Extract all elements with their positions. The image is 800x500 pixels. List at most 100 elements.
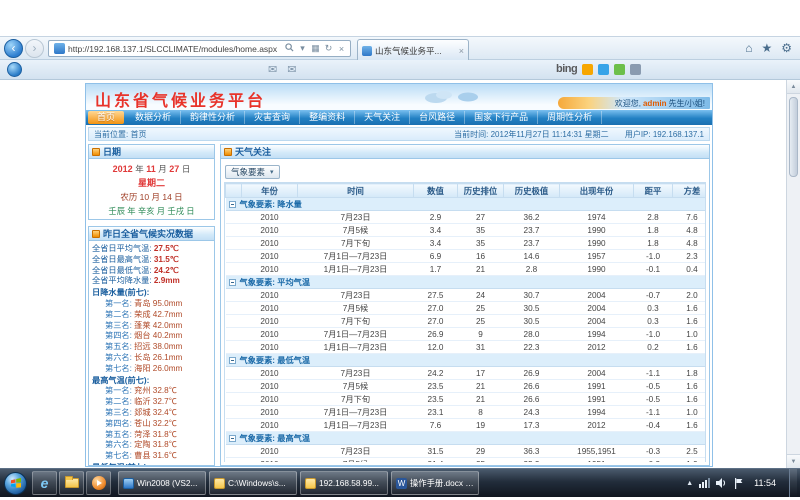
table-cell: 7月5候 — [298, 380, 414, 393]
favorites-icon[interactable]: ★ — [761, 41, 772, 55]
rank-item: 第三名: 蓬莱 42.0mm — [92, 321, 211, 332]
table-group-row[interactable]: 气象要素: 最低气温 — [226, 354, 707, 367]
stat-label: 全省平均降水量: — [92, 276, 154, 285]
taskbar-explorer-button[interactable] — [59, 471, 84, 495]
date-panel-title: 日期 — [103, 145, 121, 158]
table-cell: 1.6 — [673, 315, 707, 328]
show-desktop-button[interactable] — [789, 469, 797, 497]
home-icon[interactable]: ⌂ — [745, 41, 752, 55]
collapse-icon[interactable] — [229, 279, 236, 286]
table-header-cell: 距平 — [634, 184, 673, 198]
nav-item-1[interactable]: 首页 — [88, 111, 124, 124]
nav-item-5[interactable]: 整编资料 — [300, 111, 355, 124]
rank-label: 第六名: — [105, 440, 134, 449]
table-cell: 25 — [458, 458, 504, 463]
table-data-row: 20107月23日27.52430.72004-0.72.0 — [226, 289, 707, 302]
table-data-row: 20107月1日—7月23日6.91614.61957-1.02.3 — [226, 250, 707, 263]
nav-item-9[interactable]: 周期性分析 — [538, 111, 602, 124]
bing-logo[interactable]: bing — [556, 63, 577, 75]
taskbar-media-button[interactable] — [86, 471, 111, 495]
table-cell: 7月5候 — [298, 458, 414, 463]
table-cell: 16 — [458, 250, 504, 263]
table-cell: 7月23日 — [298, 211, 414, 224]
browser-forward-button[interactable]: › — [25, 39, 44, 58]
rank-item: 第七名: 海阳 26.0mm — [92, 364, 211, 375]
toolbar-ext-icon-1[interactable] — [582, 64, 593, 75]
table-cell — [226, 406, 242, 419]
scroll-up-icon[interactable]: ▲ — [787, 80, 800, 94]
addon-icon[interactable] — [7, 62, 22, 77]
table-group-row[interactable]: 气象要素: 最高气温 — [226, 432, 707, 445]
taskbar-window-button[interactable]: C:\Windows\s... — [209, 471, 297, 495]
taskbar-window-button[interactable]: Win2008 (VS2... — [118, 471, 206, 495]
toolbar-ext-icon-4[interactable] — [630, 64, 641, 75]
table-cell: 2010 — [242, 328, 298, 341]
site-header: 山东省气候业务平台 欢迎您, admin 先生/小姐! — [86, 84, 712, 110]
start-button[interactable] — [4, 472, 27, 495]
nav-item-8[interactable]: 国家下行产品 — [465, 111, 538, 124]
table-cell: 28.0 — [504, 328, 560, 341]
scrollbar-thumb[interactable] — [789, 97, 798, 177]
rank-label: 第七名: — [105, 364, 134, 373]
browser-back-button[interactable]: ‹ — [4, 39, 23, 58]
share-icon[interactable]: ✉ — [287, 63, 296, 76]
browser-tab[interactable]: 山东气候业务平... × — [357, 39, 469, 61]
stop-icon[interactable]: × — [335, 44, 348, 54]
nav-item-2[interactable]: 数据分析 — [126, 111, 181, 124]
table-cell: 1951 — [560, 458, 634, 463]
toolbar-ext-icon-3[interactable] — [614, 64, 625, 75]
element-filter-button[interactable]: 气象要素 ▾ — [225, 165, 280, 179]
rank-groups: 日降水量(前七):第一名: 青岛 95.0mm第二名: 荣成 42.7mm第三名… — [92, 288, 211, 465]
scroll-down-icon[interactable]: ▼ — [787, 454, 800, 468]
table-cell: -0.3 — [634, 458, 673, 463]
toolbar-ext-icon-2[interactable] — [598, 64, 609, 75]
nav-item-7[interactable]: 台风路径 — [410, 111, 465, 124]
stat-label: 全省日最高气温: — [92, 255, 154, 264]
network-icon[interactable] — [699, 478, 710, 488]
table-cell — [226, 445, 242, 458]
table-group-row[interactable]: 气象要素: 平均气温 — [226, 276, 707, 289]
taskbar-window-button[interactable]: W操作手册.docx -... — [391, 471, 479, 495]
nav-item-6[interactable]: 天气关注 — [355, 111, 410, 124]
table-group-row[interactable]: 气象要素: 降水量 — [226, 198, 707, 211]
refresh-icon[interactable]: ↻ — [322, 43, 335, 54]
date-line: 2012 年 11 月 27 日 — [89, 162, 214, 176]
table-cell: 2.3 — [673, 250, 707, 263]
speaker-icon[interactable] — [716, 478, 728, 488]
table-cell: 30.5 — [504, 302, 560, 315]
taskbar-window-button[interactable]: 192.168.58.99... — [300, 471, 388, 495]
ie-icon: e — [41, 475, 49, 491]
window-title: 操作手册.docx -... — [410, 477, 474, 489]
action-center-flag-icon[interactable] — [734, 478, 744, 489]
window-title: Win2008 (VS2... — [137, 478, 197, 488]
page-scrollbar[interactable]: ▲ ▼ — [786, 80, 800, 468]
nav-item-4[interactable]: 灾害查询 — [245, 111, 300, 124]
table-cell: 1.6 — [673, 393, 707, 406]
date-month-unit: 月 — [158, 164, 167, 174]
welcome-prefix: 欢迎您, — [615, 98, 641, 109]
table-cell: 17.3 — [504, 419, 560, 432]
tray-chevron-up-icon[interactable]: ▲ — [686, 480, 693, 487]
taskbar-ie-button[interactable]: e — [32, 471, 57, 495]
collapse-icon[interactable] — [229, 201, 236, 208]
mail-icon[interactable]: ✉ — [268, 63, 277, 76]
rank-value: 定陶 31.8℃ — [134, 440, 177, 449]
url-text[interactable]: http://192.168.137.1/SLCCLIMATE/modules/… — [68, 44, 283, 54]
tools-gear-icon[interactable]: ⚙ — [781, 41, 792, 55]
ganzhi-date: 壬辰 年 辛亥 月 壬戌 日 — [89, 204, 214, 218]
rank-item: 第五名: 招远 38.0mm — [92, 342, 211, 353]
tab-close-icon[interactable]: × — [459, 46, 464, 56]
table-cell: 35 — [458, 224, 504, 237]
search-icon[interactable] — [283, 43, 296, 54]
table-cell: 2010 — [242, 406, 298, 419]
dropdown-icon[interactable]: ▾ — [296, 43, 309, 54]
collapse-icon[interactable] — [229, 435, 236, 442]
table-cell: 1990 — [560, 224, 634, 237]
address-bar[interactable]: http://192.168.137.1/SLCCLIMATE/modules/… — [48, 40, 351, 57]
nav-item-3[interactable]: 韵律性分析 — [181, 111, 245, 124]
collapse-icon[interactable] — [229, 357, 236, 364]
compatibility-icon[interactable]: ▦ — [309, 43, 322, 54]
clock[interactable]: 11:54 — [750, 478, 780, 488]
table-cell — [226, 263, 242, 276]
table-cell: 1.8 — [673, 367, 707, 380]
